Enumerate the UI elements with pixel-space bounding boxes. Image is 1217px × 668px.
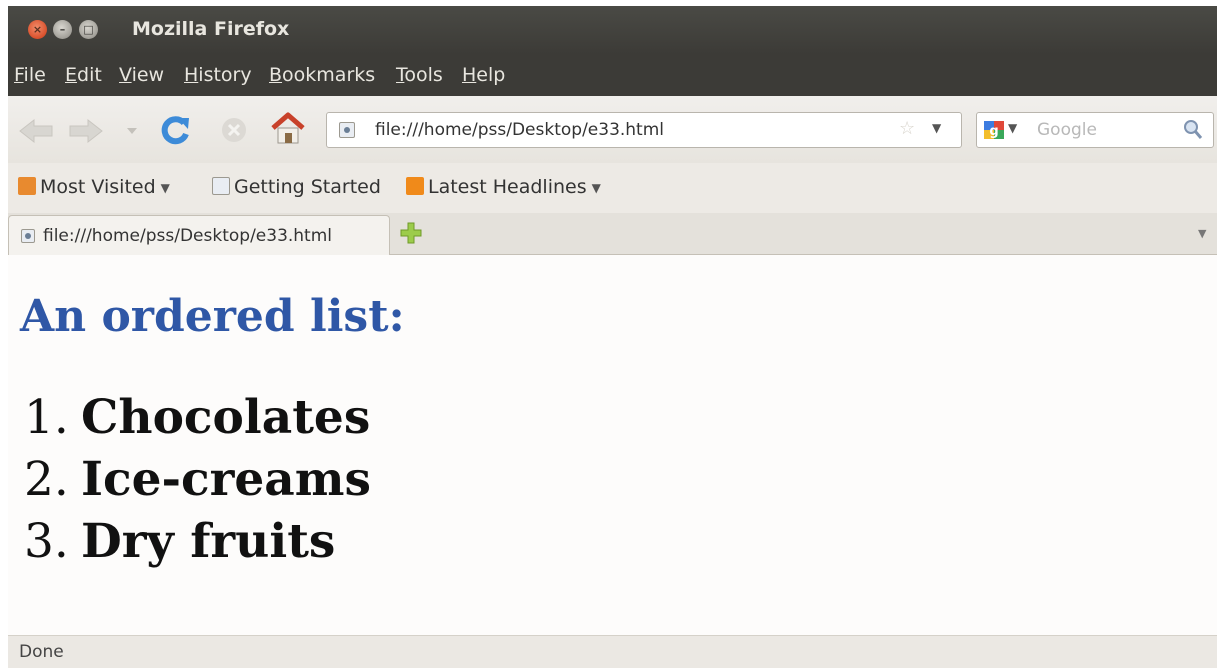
google-engine-icon[interactable]: g <box>983 120 1005 140</box>
bookmark-label: Getting Started <box>234 176 381 198</box>
title-bar: × – □ Mozilla Firefox <box>8 6 1217 54</box>
tab-active[interactable]: file:///home/pss/Desktop/e33.html <box>8 215 390 255</box>
search-input[interactable]: Google <box>1037 120 1097 140</box>
history-dropdown-icon[interactable] <box>126 126 138 136</box>
bookmark-getting-started[interactable]: Getting Started <box>212 176 381 198</box>
rss-icon <box>406 176 424 195</box>
search-engine-dropdown-icon[interactable]: ▼ <box>1008 121 1017 135</box>
close-window-button[interactable]: × <box>28 20 47 39</box>
menu-tools[interactable]: Tools <box>396 64 443 86</box>
reload-icon[interactable] <box>160 114 192 146</box>
page-icon <box>21 229 35 243</box>
svg-text:g: g <box>989 124 998 139</box>
list-number: 3. <box>24 514 69 569</box>
site-identity-icon[interactable] <box>339 122 355 138</box>
list-text: Chocolates <box>81 390 371 445</box>
menu-bar: File Edit View History Bookmarks Tools H… <box>8 54 1217 96</box>
back-arrow-icon[interactable] <box>18 118 54 144</box>
list-number: 1. <box>24 390 69 445</box>
chevron-down-icon: ▼ <box>591 180 601 195</box>
folder-icon <box>18 176 36 195</box>
list-text: Dry fruits <box>81 514 336 569</box>
menu-edit[interactable]: Edit <box>65 64 102 86</box>
search-box[interactable]: g ▼ Google <box>976 112 1214 148</box>
tab-label: file:///home/pss/Desktop/e33.html <box>43 226 333 246</box>
navigation-toolbar: file:///home/pss/Desktop/e33.html ☆ ▼ g … <box>8 96 1217 163</box>
close-icon: × <box>32 23 43 36</box>
minimize-window-button[interactable]: – <box>53 20 72 39</box>
minimize-icon: – <box>59 23 66 36</box>
stop-icon[interactable] <box>220 116 248 144</box>
url-text[interactable]: file:///home/pss/Desktop/e33.html <box>375 120 664 140</box>
status-bar: Done <box>8 635 1217 668</box>
maximize-window-button[interactable]: □ <box>79 20 98 39</box>
bookmark-label: Latest Headlines <box>428 176 587 198</box>
menu-history[interactable]: History <box>184 64 252 86</box>
chevron-down-icon: ▼ <box>160 180 170 195</box>
menu-bookmarks[interactable]: Bookmarks <box>269 64 375 86</box>
new-tab-icon[interactable] <box>400 222 422 244</box>
home-icon[interactable] <box>270 112 306 146</box>
window-title: Mozilla Firefox <box>132 18 290 40</box>
url-dropdown-icon[interactable]: ▼ <box>932 121 941 135</box>
forward-arrow-icon[interactable] <box>68 118 104 144</box>
search-icon[interactable] <box>1183 119 1203 141</box>
maximize-icon: □ <box>83 23 94 36</box>
bookmark-label: Most Visited <box>40 176 156 198</box>
bookmark-most-visited[interactable]: Most Visited ▼ <box>18 176 170 198</box>
list-text: Ice-creams <box>81 452 371 507</box>
tab-list-dropdown-icon[interactable]: ▼ <box>1198 227 1206 240</box>
bookmark-star-icon[interactable]: ☆ <box>899 118 915 139</box>
menu-help[interactable]: Help <box>462 64 505 86</box>
page-icon <box>212 176 230 195</box>
browser-window: × – □ Mozilla Firefox File Edit View His… <box>8 6 1217 668</box>
status-text: Done <box>19 642 64 662</box>
tab-bar: file:///home/pss/Desktop/e33.html ▼ <box>8 213 1217 255</box>
page-content: An ordered list: 1. Chocolates 2. Ice-cr… <box>8 255 1217 635</box>
url-bar[interactable]: file:///home/pss/Desktop/e33.html ☆ ▼ <box>326 112 962 148</box>
list-number: 2. <box>24 452 69 507</box>
bookmark-latest-headlines[interactable]: Latest Headlines ▼ <box>406 176 601 198</box>
page-heading: An ordered list: <box>20 291 405 342</box>
menu-file[interactable]: File <box>14 64 46 86</box>
menu-view[interactable]: View <box>119 64 164 86</box>
bookmarks-toolbar: Most Visited ▼ Getting Started Latest Hea… <box>8 163 1217 213</box>
